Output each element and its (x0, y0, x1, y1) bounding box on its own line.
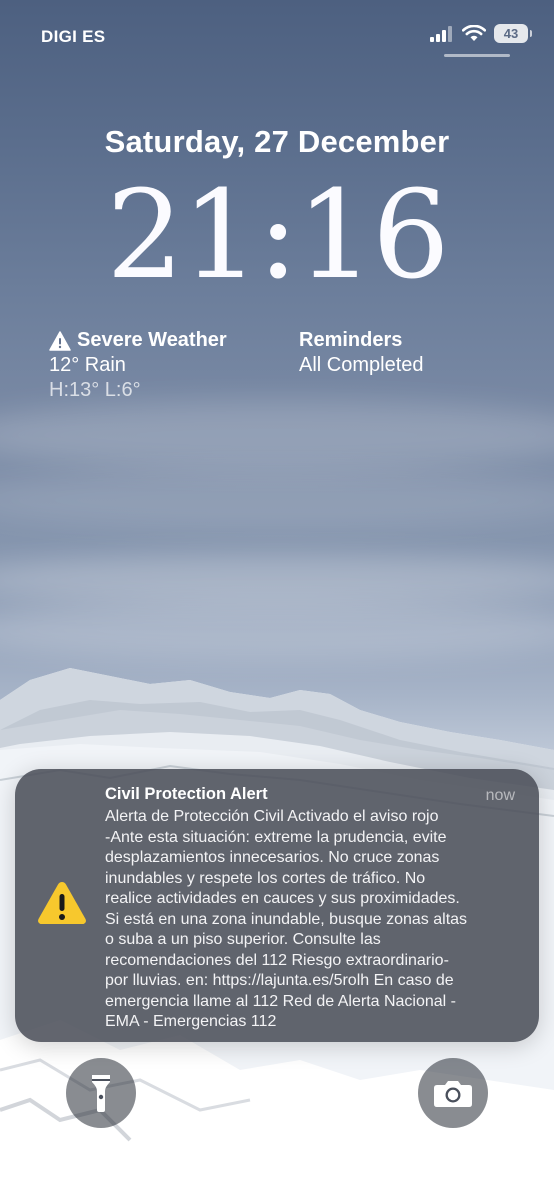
weather-title: Severe Weather (77, 329, 227, 351)
weather-high-low: H:13° L:6° (49, 379, 141, 401)
flashlight-icon (92, 1075, 110, 1112)
wifi-icon (462, 24, 486, 41)
control-center-hint[interactable] (444, 54, 510, 57)
notification-title: Civil Protection Alert (105, 785, 268, 803)
signal-icon (430, 25, 452, 42)
weather-widget[interactable]: Severe Weather 12° Rain H:13° L:6° (49, 328, 227, 403)
camera-icon (434, 1081, 472, 1107)
battery-icon: 43 (494, 24, 532, 43)
reminders-widget[interactable]: Reminders All Completed (299, 328, 424, 378)
carrier-name: DIGI ES (41, 27, 106, 46)
camera-button[interactable] (418, 1058, 488, 1128)
battery-level: 43 (503, 26, 519, 41)
lock-time: 21:16 (106, 164, 450, 306)
civil-protection-notification[interactable]: Civil Protection Alert now Alerta de Pro… (15, 769, 539, 1042)
weather-current: 12° Rain (49, 354, 126, 376)
flashlight-button[interactable] (66, 1058, 136, 1128)
reminders-title: Reminders (299, 329, 403, 351)
notification-time: now (485, 787, 515, 804)
lock-date: Saturday, 27 December (104, 124, 450, 159)
warning-icon (49, 330, 71, 351)
warning-triangle-icon (38, 882, 86, 924)
status-icons: 43 (430, 24, 532, 43)
reminders-status: All Completed (299, 354, 424, 376)
notification-body: Alerta de Protección Civil Activado el a… (105, 808, 468, 1030)
